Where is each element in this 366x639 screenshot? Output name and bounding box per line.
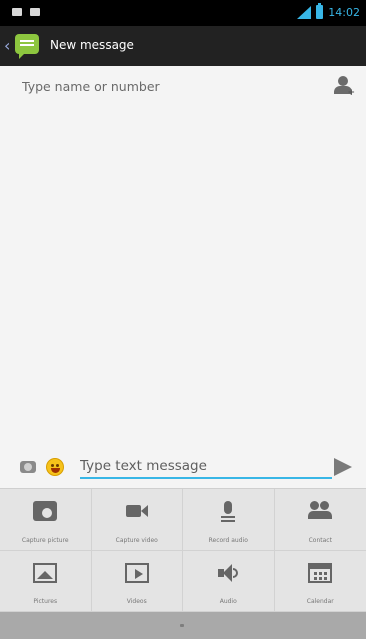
status-bar: 14:02 bbox=[0, 0, 366, 26]
attachment-grid: Capture picture Capture video Record aud… bbox=[0, 488, 366, 612]
attach-capture-video-button[interactable]: Capture video bbox=[91, 489, 183, 551]
gallery-icon bbox=[30, 8, 40, 16]
attach-capture-picture-button[interactable]: Capture picture bbox=[0, 489, 92, 551]
send-icon[interactable] bbox=[334, 458, 352, 476]
add-contact-icon[interactable]: + bbox=[334, 76, 355, 98]
page-title: New message bbox=[50, 38, 134, 52]
notification-icon bbox=[12, 8, 22, 16]
navigation-bar bbox=[0, 612, 366, 639]
video-file-icon bbox=[124, 562, 149, 583]
picture-icon bbox=[33, 562, 58, 583]
calendar-icon bbox=[308, 562, 333, 583]
audio-icon bbox=[216, 563, 240, 583]
attachment-label: Contact bbox=[308, 536, 332, 544]
attachment-label: Record audio bbox=[208, 536, 248, 544]
attach-calendar-button[interactable]: Calendar bbox=[274, 551, 366, 612]
attach-audio-button[interactable]: Audio bbox=[183, 550, 275, 612]
attachment-label: Pictures bbox=[33, 598, 58, 605]
chevron-left-icon[interactable]: ‹ bbox=[4, 36, 10, 56]
status-indicators: 14:02 bbox=[297, 3, 360, 19]
attachment-label: Capture picture bbox=[21, 536, 69, 544]
attach-record-audio-button[interactable]: Record audio bbox=[183, 489, 275, 551]
attach-pictures-button[interactable]: Pictures bbox=[0, 550, 92, 612]
smiley-icon[interactable] bbox=[46, 458, 64, 476]
video-camera-icon bbox=[125, 501, 149, 521]
message-text-input[interactable] bbox=[80, 455, 332, 479]
nav-handle[interactable] bbox=[180, 624, 184, 627]
signal-icon bbox=[297, 5, 312, 19]
compose-row bbox=[0, 446, 366, 488]
status-clock: 14:02 bbox=[328, 5, 360, 19]
battery-icon bbox=[316, 3, 324, 19]
microphone-icon bbox=[216, 501, 240, 521]
attachment-label: Audio bbox=[219, 598, 237, 605]
attachment-label: Calendar bbox=[306, 598, 334, 605]
messaging-app-icon[interactable] bbox=[15, 34, 39, 59]
attach-videos-button[interactable]: Videos bbox=[91, 550, 183, 612]
attachment-label: Capture video bbox=[115, 536, 158, 544]
attach-contact-button[interactable]: Contact bbox=[274, 489, 366, 551]
message-thread-area bbox=[0, 106, 366, 446]
action-bar: ‹ New message bbox=[0, 26, 366, 66]
camera-icon bbox=[33, 501, 58, 521]
attachment-label: Videos bbox=[126, 598, 147, 605]
recipient-row: + bbox=[0, 66, 366, 106]
contact-icon bbox=[308, 501, 333, 521]
status-notifications bbox=[12, 8, 40, 16]
recipient-input[interactable] bbox=[22, 77, 322, 95]
attachment-icon[interactable] bbox=[20, 461, 36, 473]
